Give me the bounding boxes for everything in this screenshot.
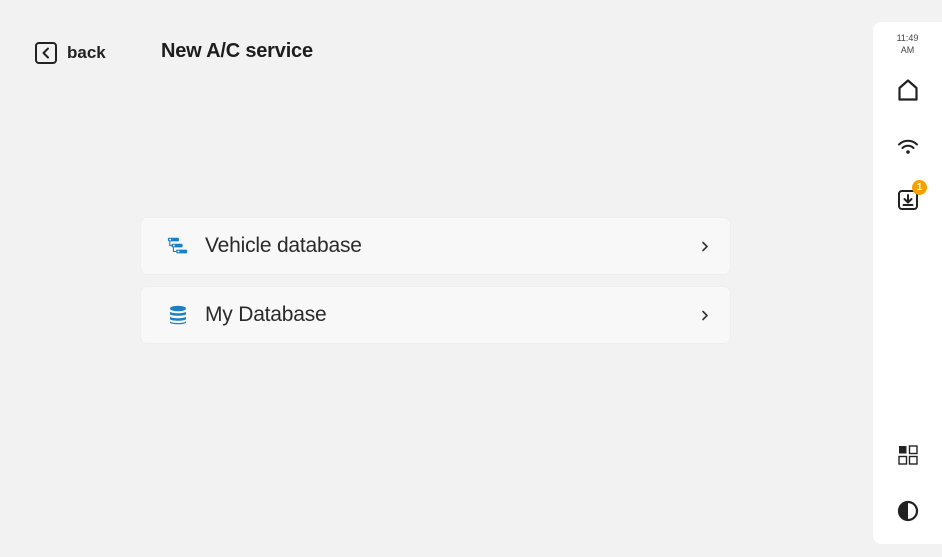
apps-grid-icon[interactable] [895,442,921,468]
chevron-right-icon [698,308,712,322]
chevron-right-icon [698,239,712,253]
vehicle-database-icon [167,235,189,257]
clock-ampm: AM [900,45,915,55]
menu-item-label: My Database [205,303,327,326]
menu-item-my-database[interactable]: My Database [141,287,730,343]
right-sidebar: 11:49 AM 1 [873,22,942,544]
my-database-icon [167,304,189,326]
contrast-icon[interactable] [895,498,921,524]
header: back New A/C service [0,0,860,110]
status-clock: 11:49 AM [873,32,942,56]
back-label: back [67,43,106,62]
chevron-left-icon [35,42,57,64]
download-icon[interactable]: 1 [895,180,927,213]
wifi-icon [895,134,921,160]
database-menu: Vehicle database My Database [141,218,730,356]
clock-time: 11:49 [896,33,919,43]
menu-item-label: Vehicle database [205,234,362,257]
back-button[interactable]: back [35,41,106,65]
page-title: New A/C service [161,40,313,62]
menu-item-vehicle-database[interactable]: Vehicle database [141,218,730,274]
download-badge: 1 [912,180,927,195]
home-icon[interactable] [895,77,921,103]
